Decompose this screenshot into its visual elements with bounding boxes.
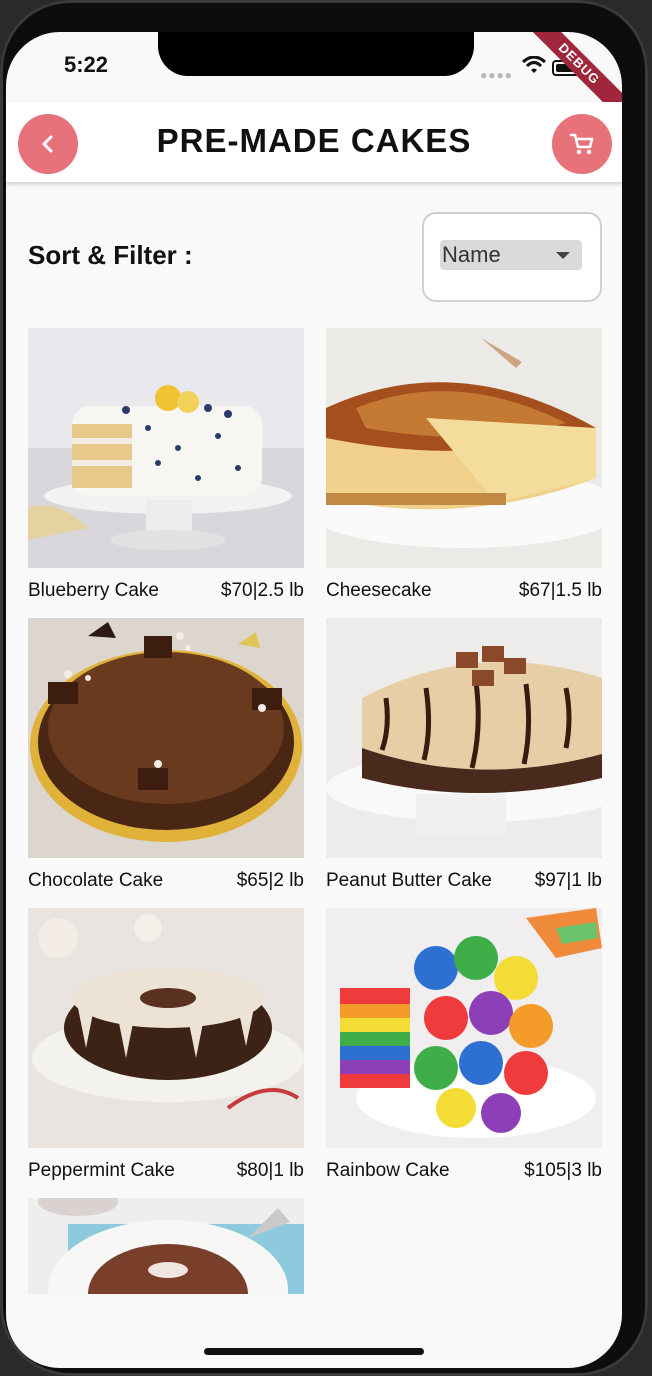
app-bar: PRE-MADE CAKES [6,102,622,182]
sort-dropdown[interactable]: Name [440,240,582,270]
product-image[interactable] [28,618,304,858]
product-name: Cheesecake [326,580,432,601]
product-image[interactable] [326,328,602,568]
product-name: Rainbow Cake [326,1160,450,1181]
sort-filter-label: Sort & Filter : [28,240,193,270]
product-image[interactable] [28,908,304,1148]
wifi-icon [522,56,546,73]
product-price: $97|1 lb [534,870,602,891]
signal-icon: ●●●● [480,68,513,82]
product-name: Peanut Butter Cake [326,870,492,891]
app-screen: 5:22 ●●●● DEBUG PRE-MADE CAKES Sort & Fi… [6,32,622,1368]
caret-down-icon [556,252,570,259]
sort-dropdown-value: Name [442,242,501,267]
product-price: $65|2 lb [236,870,304,891]
product-price: $80|1 lb [236,1160,304,1181]
product-name: Chocolate Cake [28,870,164,891]
product-image[interactable] [326,908,602,1148]
notch [158,32,474,76]
sort-dropdown-container: Name [422,212,602,302]
product-price: $70|2.5 lb [220,580,304,601]
cart-icon [569,133,594,155]
product-image[interactable] [28,328,304,568]
product-image[interactable] [28,1198,304,1294]
device-frame: 5:22 ●●●● DEBUG PRE-MADE CAKES Sort & Fi… [0,0,652,1376]
product-price: $67|1.5 lb [518,580,602,601]
status-time: 5:22 [64,52,109,77]
page-title: PRE-MADE CAKES [156,122,472,159]
home-indicator[interactable] [204,1348,424,1355]
product-image[interactable] [326,618,602,858]
product-price: $105|3 lb [524,1160,602,1181]
product-name: Peppermint Cake [28,1160,175,1181]
cart-button[interactable] [552,114,612,174]
product-name: Blueberry Cake [28,580,159,601]
